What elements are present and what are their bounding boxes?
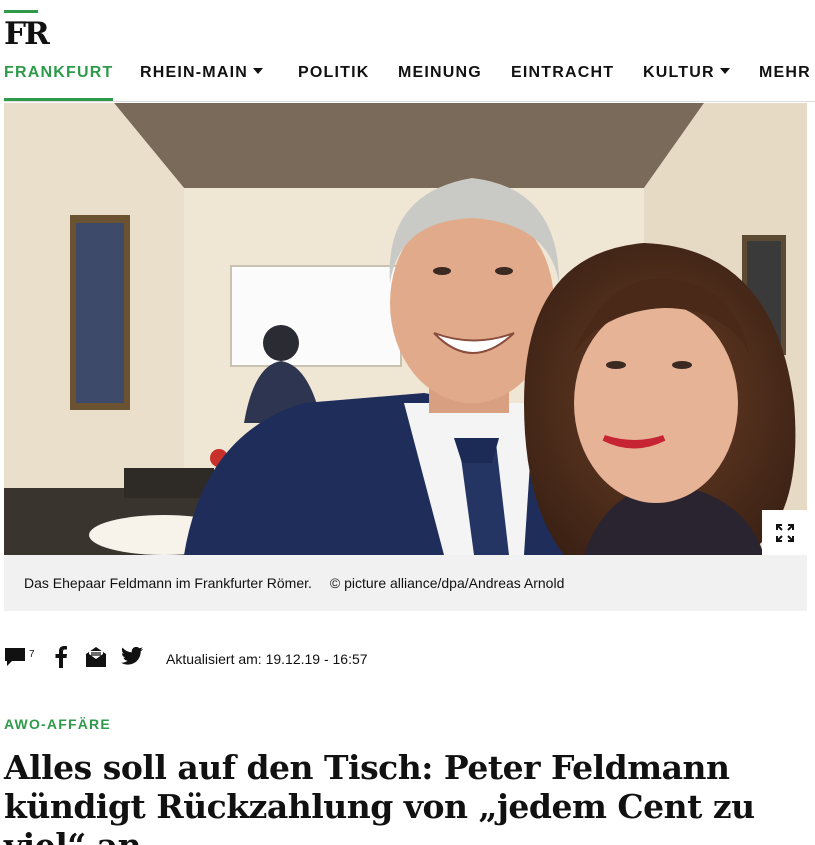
comment-count: 7 bbox=[29, 649, 35, 660]
updated-timestamp: Aktualisiert am: 19.12.19 - 16:57 bbox=[166, 651, 368, 667]
nav-item-label: RHEIN-MAIN bbox=[140, 64, 248, 81]
photo-caption-bar: Das Ehepaar Feldmann im Frankfurter Röme… bbox=[4, 555, 807, 611]
expand-icon-glyph bbox=[775, 523, 794, 542]
facebook-share-button[interactable] bbox=[54, 646, 68, 673]
comment-button[interactable] bbox=[4, 646, 26, 673]
site-logo[interactable]: FR bbox=[4, 10, 50, 52]
facebook-icon bbox=[55, 646, 67, 668]
nav-item-label: MEINUNG bbox=[398, 64, 482, 81]
nav-item-eintracht[interactable]: EINTRACHT bbox=[511, 64, 614, 101]
hero-photo[interactable] bbox=[4, 103, 807, 555]
article-kicker[interactable]: AWO-AFFÄRE bbox=[4, 716, 111, 732]
nav-item-mehr[interactable]: MEHR bbox=[759, 64, 811, 101]
nav-item-label: POLITIK bbox=[298, 64, 370, 81]
comment-icon bbox=[5, 648, 25, 666]
article-toolbar: 7 Aktualisiert am: 19.12.19 - 16:57 bbox=[4, 646, 604, 670]
email-share-button[interactable] bbox=[85, 646, 107, 673]
nav-item-label: KULTUR bbox=[643, 64, 715, 81]
photo-credit: © picture alliance/dpa/Andreas Arnold bbox=[329, 575, 565, 591]
email-icon bbox=[86, 647, 106, 667]
main-nav: FRANKFURT RHEIN-MAIN POLITIK MEINUNG EIN… bbox=[4, 60, 815, 102]
nav-item-label: MEHR bbox=[759, 64, 811, 81]
expand-icon[interactable] bbox=[762, 510, 807, 555]
chevron-down-icon bbox=[253, 68, 263, 74]
logo-text: FR bbox=[4, 16, 50, 52]
chevron-down-icon bbox=[719, 68, 730, 74]
nav-item-kultur[interactable]: KULTUR bbox=[643, 64, 730, 101]
nav-item-meinung[interactable]: MEINUNG bbox=[398, 64, 482, 101]
nav-item-label: EINTRACHT bbox=[511, 64, 615, 81]
hero-photo-illustration bbox=[4, 103, 807, 555]
nav-item-label: FRANKFURT bbox=[4, 64, 114, 81]
twitter-icon bbox=[121, 646, 143, 665]
photo-caption: Das Ehepaar Feldmann im Frankfurter Röme… bbox=[24, 575, 312, 591]
article-headline: Alles soll auf den Tisch: Peter Feldmann… bbox=[4, 748, 755, 845]
twitter-share-button[interactable] bbox=[121, 646, 143, 671]
logo-accent-bar bbox=[4, 10, 38, 13]
nav-item-rhein-main[interactable]: RHEIN-MAIN bbox=[140, 64, 263, 101]
nav-item-frankfurt[interactable]: FRANKFURT bbox=[4, 64, 114, 101]
nav-item-politik[interactable]: POLITIK bbox=[298, 64, 370, 101]
